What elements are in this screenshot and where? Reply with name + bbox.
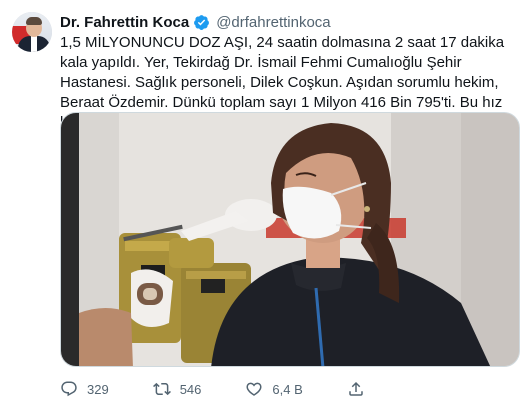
- retweet-count: 546: [179, 381, 202, 397]
- like-button[interactable]: 6,4 B: [245, 380, 303, 398]
- retweet-button[interactable]: 546: [152, 380, 202, 398]
- reply-count: 329: [87, 381, 109, 397]
- tweet[interactable]: Dr. Fahrettin Koca @drfahrettinkoca 1,5 …: [0, 0, 532, 411]
- video-still-image: [61, 113, 519, 366]
- tweet-header: Dr. Fahrettin Koca @drfahrettinkoca: [60, 12, 331, 32]
- reply-icon: [61, 381, 77, 397]
- share-icon: [349, 381, 363, 396]
- reply-button[interactable]: 329: [60, 380, 109, 398]
- avatar[interactable]: [12, 12, 52, 52]
- tweet-media-video[interactable]: [60, 112, 520, 367]
- author-handle[interactable]: @drfahrettinkoca: [216, 14, 330, 31]
- author-name[interactable]: Dr. Fahrettin Koca: [60, 14, 189, 31]
- like-count: 6,4 B: [272, 381, 303, 397]
- share-button[interactable]: [347, 380, 365, 398]
- verified-badge-icon: [193, 14, 210, 31]
- retweet-icon: [152, 382, 171, 396]
- tweet-actions: 329 546 6,4 B: [60, 377, 365, 401]
- heart-icon: [246, 382, 262, 396]
